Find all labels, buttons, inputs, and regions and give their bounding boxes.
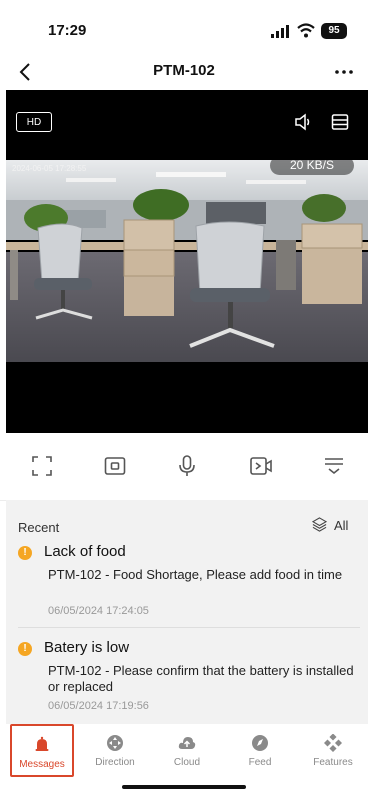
bell-icon [35,736,49,751]
divider [18,627,360,628]
camera-feed: 2024-06-05 17:28:55 [6,160,368,362]
speaker-icon[interactable] [294,113,312,131]
tab-label: Feed [248,757,272,768]
tab-feed[interactable]: Feed [229,724,291,776]
tab-label: Cloud [173,757,201,768]
bitrate-badge: 20 KB/S [270,156,354,175]
bottom-tab-bar: Messages Direction Cloud Feed Features [0,724,368,793]
warning-icon: ! [18,642,32,656]
message-title: Lack of food [44,543,126,560]
tab-label: Direction [95,757,135,768]
tab-cloud[interactable]: Cloud [156,724,218,776]
screenshot-icon[interactable] [103,454,127,478]
message-item[interactable]: ! Lack of food PTM-102 - Food Shortage, … [18,543,358,623]
message-description: PTM-102 - Please confirm that the batter… [48,663,354,694]
layout-toggle-icon[interactable] [331,113,349,131]
office-scene-image [6,160,368,362]
dpad-icon [107,735,123,751]
tab-label: Messages [19,759,65,770]
more-icon[interactable] [332,60,356,84]
feed-timestamp: 2024-06-05 17:28:55 [12,164,87,173]
record-icon[interactable] [249,454,273,478]
cloud-upload-icon [178,737,196,749]
page-title: PTM-102 [153,62,215,79]
message-time: 06/05/2024 17:19:56 [48,700,149,712]
hd-quality-button[interactable]: HD [16,112,52,132]
tab-label: Features [313,757,353,768]
recent-label: Recent [18,520,60,535]
menu-collapse-icon[interactable] [322,454,346,478]
tab-direction[interactable]: Direction [84,724,146,776]
message-item[interactable]: ! Batery is low PTM-102 - Please confirm… [18,639,358,719]
battery-icon: 95 [321,23,347,39]
microphone-icon[interactable] [175,454,199,478]
tab-features[interactable]: Features [301,724,365,776]
feed-icon [252,735,268,751]
tab-messages[interactable]: Messages [10,724,74,777]
signal-icon [271,25,289,38]
messages-panel: Recent All ! Lack of food PTM-102 - Food… [6,500,368,728]
features-icon [324,734,342,752]
fullscreen-icon[interactable] [30,454,54,478]
home-indicator[interactable] [122,785,246,789]
nav-bar: PTM-102 [0,52,368,92]
status-time: 17:29 [48,22,87,39]
battery-level: 95 [328,25,340,36]
warning-icon: ! [18,546,32,560]
wifi-icon [297,23,315,38]
all-label: All [334,518,349,533]
message-time: 06/05/2024 17:24:05 [48,605,149,617]
message-title: Batery is low [44,639,130,656]
video-control-toolbar [0,434,368,501]
message-description: PTM-102 - Food Shortage, Please add food… [48,567,343,582]
video-player[interactable]: HD 2024-06-05 17:28:55 20 KB/S [6,90,368,433]
layers-icon [312,517,327,532]
status-bar: 17:29 95 [0,0,368,56]
